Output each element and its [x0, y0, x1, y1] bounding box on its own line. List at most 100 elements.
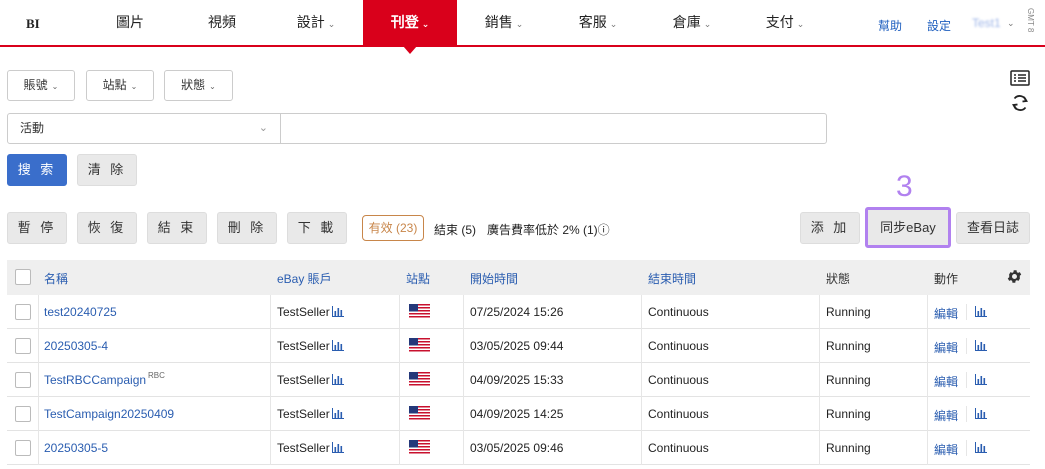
nav-item-label: 設計	[296, 14, 325, 30]
edit-link[interactable]: 編輯	[934, 407, 958, 424]
logo[interactable]: BI	[26, 16, 40, 32]
table-row[interactable]: TestRBCCampaign RBC TestSeller 04/09/202…	[7, 363, 1030, 397]
clear-button[interactable]: 清 除	[77, 154, 137, 186]
edit-link[interactable]: 編輯	[934, 339, 958, 356]
nav-item-images[interactable]: 圖片	[100, 0, 160, 45]
account-filter-dropdown[interactable]: 賬號 ⌄	[7, 70, 75, 101]
bar-chart-icon[interactable]	[975, 374, 987, 385]
bar-chart-icon[interactable]	[332, 374, 344, 385]
delete-button[interactable]: 刪 除	[217, 212, 277, 244]
row-checkbox[interactable]	[15, 304, 31, 320]
row-checkbox[interactable]	[15, 440, 31, 456]
gear-icon[interactable]	[1006, 268, 1023, 285]
start-time: 03/05/2025 09:46	[470, 441, 564, 455]
help-link[interactable]: 幫助	[878, 17, 902, 34]
status-text: Running	[826, 339, 871, 353]
row-checkbox[interactable]	[15, 338, 31, 354]
us-flag-icon	[409, 304, 430, 319]
column-divider	[38, 397, 39, 431]
column-divider	[641, 295, 642, 329]
nav-item-warehouse[interactable]: 倉庫 ⌄	[654, 0, 730, 45]
bar-chart-icon[interactable]	[975, 340, 987, 351]
campaign-name-link[interactable]: 20250305-4	[44, 339, 108, 353]
table-header: 名稱 eBay 賬戶 站點 開始時間 結束時間 狀態 動作	[7, 260, 1030, 295]
edit-link[interactable]: 編輯	[934, 305, 958, 322]
ended-count[interactable]: 結束 (5)	[434, 221, 476, 238]
nav-item-payment[interactable]: 支付 ⌄	[747, 0, 823, 45]
column-status: 狀態	[826, 272, 851, 286]
campaign-name-link[interactable]: TestCampaign20250409	[44, 407, 174, 421]
chevron-down-icon: ⌄	[515, 19, 524, 29]
column-divider	[927, 431, 928, 465]
edit-link[interactable]: 編輯	[934, 373, 958, 390]
column-divider	[463, 295, 464, 329]
timezone-label: GMT 8	[1026, 8, 1035, 33]
table-row[interactable]: 20250305-4 TestSeller 03/05/2025 09:44 C…	[7, 329, 1030, 363]
nav-item-label: 倉庫	[672, 14, 701, 30]
dropdown-label: 狀態	[181, 78, 206, 92]
column-divider	[819, 431, 820, 465]
bar-chart-icon[interactable]	[332, 306, 344, 317]
table-row[interactable]: test20240725 TestSeller 07/25/2024 15:26…	[7, 295, 1030, 329]
edit-link[interactable]: 編輯	[934, 441, 958, 458]
nav-item-customer-service[interactable]: 客服 ⌄	[560, 0, 636, 45]
campaign-name-link[interactable]: TestRBCCampaign	[44, 373, 146, 387]
view-log-button[interactable]: 查看日誌	[956, 212, 1030, 244]
bar-chart-icon[interactable]	[975, 306, 987, 317]
bar-chart-icon[interactable]	[975, 408, 987, 419]
status-text: Running	[826, 373, 871, 387]
dropdown-label: 站點	[102, 78, 127, 92]
search-input[interactable]	[280, 113, 827, 144]
chevron-down-icon[interactable]: ⌄	[1007, 18, 1015, 29]
nav-item-design[interactable]: 設計 ⌄	[278, 0, 354, 45]
column-name[interactable]: 名稱	[44, 270, 68, 287]
end-time: Continuous	[648, 441, 709, 455]
end-time: Continuous	[648, 407, 709, 421]
settings-link[interactable]: 設定	[927, 17, 951, 34]
pause-button[interactable]: 暫 停	[7, 212, 67, 244]
site-filter-dropdown[interactable]: 站點 ⌄	[86, 70, 154, 101]
column-divider	[927, 329, 928, 363]
top-navbar: BI 圖片 視頻 設計 ⌄ 刊登 ⌄ 銷售 ⌄ 客服 ⌄ 倉庫 ⌄ 支付 ⌄ 幫助 設定 T…	[0, 0, 1045, 54]
bar-chart-icon[interactable]	[332, 340, 344, 351]
activity-select[interactable]: 活動 ⌄	[7, 113, 281, 144]
campaign-type-tag: RBC	[148, 371, 165, 380]
table-row[interactable]: 20250305-5 TestSeller 03/05/2025 09:46 C…	[7, 431, 1030, 465]
column-end-time[interactable]: 結束時間	[648, 270, 696, 287]
search-button[interactable]: 搜 索	[7, 154, 67, 186]
column-account[interactable]: eBay 賬戶	[277, 270, 332, 287]
nav-item-videos[interactable]: 視頻	[192, 0, 252, 45]
status-text: Running	[826, 441, 871, 455]
valid-count-badge[interactable]: 有效 (23)	[362, 215, 424, 241]
row-checkbox[interactable]	[15, 406, 31, 422]
nav-item-listing[interactable]: 刊登 ⌄	[363, 0, 457, 54]
select-value: 活動	[20, 121, 45, 135]
chevron-down-icon: ⌄	[258, 122, 268, 134]
row-checkbox[interactable]	[15, 372, 31, 388]
sync-ebay-button[interactable]: 同步eBay	[865, 207, 951, 248]
bar-chart-icon[interactable]	[975, 442, 987, 453]
status-filter-dropdown[interactable]: 狀態 ⌄	[164, 70, 233, 101]
select-all-checkbox[interactable]	[15, 269, 31, 285]
column-site[interactable]: 站點	[406, 270, 430, 287]
resume-button[interactable]: 恢 復	[77, 212, 137, 244]
campaign-name-link[interactable]: test20240725	[44, 305, 117, 319]
low-rate-count[interactable]: 廣告費率低於 2% (1)ⓘ	[487, 221, 610, 238]
nav-item-sales[interactable]: 銷售 ⌄	[466, 0, 542, 45]
bar-chart-icon[interactable]	[332, 442, 344, 453]
refresh-icon[interactable]	[1010, 94, 1030, 112]
list-view-icon[interactable]	[1010, 70, 1030, 86]
column-divider	[463, 431, 464, 465]
account-name: TestSeller	[277, 339, 330, 353]
add-button[interactable]: 添 加	[800, 212, 860, 244]
column-start-time[interactable]: 開始時間	[470, 270, 518, 287]
end-button[interactable]: 結 束	[147, 212, 207, 244]
nav-item-label: 圖片	[116, 14, 144, 30]
campaign-name-link[interactable]: 20250305-5	[44, 441, 108, 455]
column-divider	[966, 338, 967, 354]
download-button[interactable]: 下 載	[287, 212, 347, 244]
table-row[interactable]: TestCampaign20250409 TestSeller 04/09/20…	[7, 397, 1030, 431]
column-divider	[463, 397, 464, 431]
user-menu[interactable]: Test1	[972, 16, 1001, 30]
bar-chart-icon[interactable]	[332, 408, 344, 419]
